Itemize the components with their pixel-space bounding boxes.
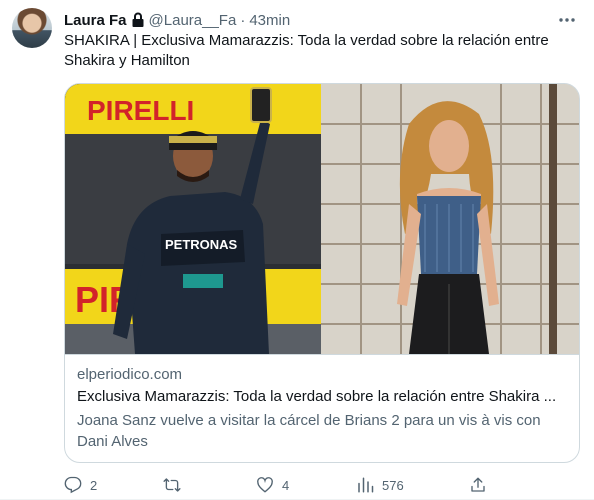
reply-button[interactable]: 2: [64, 473, 97, 497]
retweet-button[interactable]: [163, 473, 189, 497]
more-icon[interactable]: [556, 9, 578, 31]
card-domain: elperiodico.com: [77, 366, 183, 383]
tweet-time[interactable]: 43min: [249, 12, 290, 29]
like-button[interactable]: 4: [256, 473, 289, 497]
link-card[interactable]: PIRELLI PIRELLI PETRONAS: [64, 83, 580, 463]
card-meta[interactable]: elperiodico.com Exclusiva Mamarazzis: To…: [65, 354, 579, 462]
lock-icon: [131, 12, 145, 28]
author-name[interactable]: Laura Fa: [64, 12, 127, 29]
retweet-icon: [163, 476, 181, 494]
share-button[interactable]: [469, 473, 487, 497]
card-image-shakira[interactable]: [321, 84, 579, 354]
tweet-actions: 2 4 576: [64, 473, 578, 497]
card-image-hamilton[interactable]: PIRELLI PIRELLI PETRONAS: [65, 84, 321, 354]
card-images[interactable]: PIRELLI PIRELLI PETRONAS: [65, 84, 579, 354]
pirelli-banner-text: PIRELLI: [87, 95, 194, 126]
card-title: Exclusiva Mamarazzis: Toda la verdad sob…: [77, 388, 557, 405]
tweet[interactable]: Laura Fa @Laura__Fa · 43min SHAKIRA | Ex…: [0, 0, 594, 500]
views-count: 576: [382, 477, 404, 493]
share-icon: [469, 476, 487, 494]
author-handle[interactable]: @Laura__Fa: [149, 12, 237, 29]
reply-icon: [64, 476, 82, 494]
views-icon: [356, 476, 374, 494]
petronas-text: PETRONAS: [165, 237, 238, 252]
separator-dot: ·: [240, 11, 246, 29]
reply-count: 2: [90, 477, 98, 493]
card-description: Joana Sanz vuelve a visitar la cárcel de…: [77, 412, 541, 450]
tweet-header: Laura Fa @Laura__Fa · 43min: [64, 10, 290, 30]
tweet-text: SHAKIRA | Exclusiva Mamarazzis: Toda la …: [64, 32, 549, 69]
avatar[interactable]: [12, 8, 52, 48]
like-icon: [256, 476, 274, 494]
like-count: 4: [282, 477, 290, 493]
views-button[interactable]: 576: [356, 473, 404, 497]
